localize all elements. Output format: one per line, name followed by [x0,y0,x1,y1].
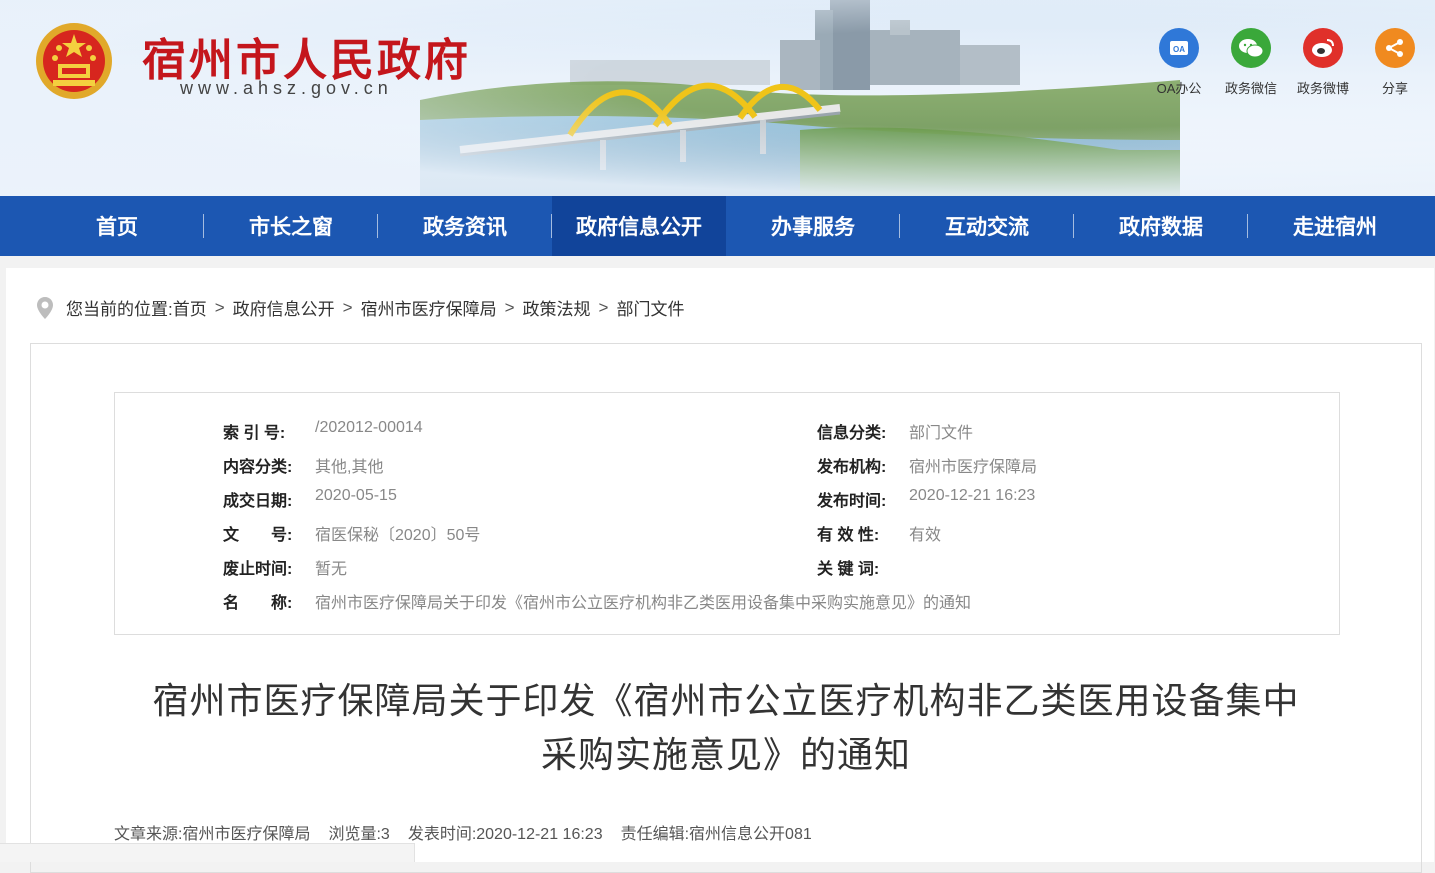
site-url: www.ahsz.gov.cn [180,78,393,98]
breadcrumb-prefix: 您当前的位置: [66,300,173,319]
oa-icon: OA [1159,28,1199,68]
meta-key: 有 效 性: [817,527,880,544]
main-nav: 首页 市长之窗 政务资讯 政府信息公开 办事服务 互动交流 政府数据 走进宿州 [0,196,1435,256]
article-views: 浏览量:3 [328,826,390,843]
article-editor: 责任编辑:宿州信息公开081 [620,826,812,843]
meta-value: 部门文件 [909,425,974,442]
oa-label: OA办公 [1156,81,1202,96]
breadcrumb-medical-security-bureau[interactable]: 宿州市医疗保障局 [361,295,497,320]
share-label: 分享 [1381,81,1408,96]
share-link[interactable]: 分享 [1367,28,1423,97]
meta-publish-time: 发布时间: 2020-12-21 16:23 [817,487,1035,511]
nav-item-mayor[interactable]: 市长之窗 [204,196,378,256]
svg-text:OA: OA [1173,45,1185,54]
wechat-icon [1231,28,1271,68]
meta-key: 信息分类: [817,425,887,442]
breadcrumb-policies[interactable]: 政策法规 [523,295,591,320]
weibo-label: 政务微博 [1296,81,1349,96]
nav-label: 政府数据 [1119,216,1203,239]
nav-label: 市长之窗 [249,216,333,239]
nav-item-interaction[interactable]: 互动交流 [900,196,1074,256]
nav-label: 政府信息公开 [576,216,702,239]
article-source: 文章来源:宿州市医疗保障局 [114,826,311,843]
wechat-link[interactable]: 政务微信 [1223,28,1279,97]
content-area: 您当前的位置: 首页 > 政府信息公开 > 宿州市医疗保障局 > 政策法规 > … [6,268,1434,873]
article-title-line1: 宿州市医疗保障局关于印发《宿州市公立医疗机构非乙类医用设备集中 [152,680,1300,721]
weibo-icon [1303,28,1343,68]
article-title-line2: 采购实施意见》的通知 [540,734,911,775]
meta-key: 发布时间: [817,493,887,510]
meta-keywords: 关 键 词: [817,555,909,579]
meta-key: 关 键 词: [817,561,880,578]
national-emblem-icon [36,23,112,99]
meta-abolish-time: 废止时间: 暂无 [223,555,347,579]
breadcrumb-separator: > [342,297,353,317]
meta-key: 索 引 号: [223,425,286,442]
bottom-bar [0,843,415,862]
nav-item-news[interactable]: 政务资讯 [378,196,552,256]
breadcrumb-home[interactable]: 首页 [173,295,207,320]
meta-key: 文 号: [223,527,293,544]
breadcrumb-dept-docs[interactable]: 部门文件 [616,295,684,320]
nav-item-about[interactable]: 走进宿州 [1248,196,1422,256]
header-quick-links: OA OA办公 政务微信 政务微博 分享 [1151,28,1423,97]
meta-issuer: 发布机构: 宿州市医疗保障局 [817,453,1037,477]
breadcrumb-separator: > [598,297,609,317]
weibo-link[interactable]: 政务微博 [1295,28,1351,97]
meta-key: 发布机构: [817,459,887,476]
meta-info-class: 信息分类: 部门文件 [817,419,973,443]
site-header: 宿州市人民政府 www.ahsz.gov.cn OA OA办公 政务微信 政务微… [0,0,1435,196]
meta-key: 内容分类: [223,459,293,476]
meta-value: 宿医保秘〔2020〕50号 [315,527,481,544]
nav-label: 互动交流 [945,216,1029,239]
meta-value: 宿州市医疗保障局 [909,459,1038,476]
breadcrumb-separator: > [214,297,225,317]
share-icon [1375,28,1415,68]
article-panel: 索 引 号: /202012-00014 内容分类: 其他,其他 成交日期: 2020… [30,343,1422,873]
meta-value: 宿州市医疗保障局关于印发《宿州市公立医疗机构非乙类医用设备集中采购实施意见》的通… [315,595,972,612]
nav-item-home[interactable]: 首页 [30,196,204,256]
location-pin-icon [37,296,53,319]
meta-doc-no: 文 号: 宿医保秘〔2020〕50号 [223,521,480,545]
meta-value: 2020-05-15 [315,487,397,504]
nav-label: 办事服务 [771,216,855,239]
nav-label: 走进宿州 [1293,216,1377,239]
nav-item-info-disclosure[interactable]: 政府信息公开 [552,196,726,256]
document-meta-table: 索 引 号: /202012-00014 内容分类: 其他,其他 成交日期: 2020… [114,392,1340,635]
breadcrumb-separator: > [504,297,515,317]
meta-validity: 有 效 性: 有效 [817,521,941,545]
article-info-bar: 文章来源:宿州市医疗保障局 浏览量:3 发表时间:2020-12-21 16:2… [114,820,812,844]
nav-item-data[interactable]: 政府数据 [1074,196,1248,256]
meta-name: 名 称: 宿州市医疗保障局关于印发《宿州市公立医疗机构非乙类医用设备集中采购实施意… [223,589,971,613]
article-title: 宿州市医疗保障局关于印发《宿州市公立医疗机构非乙类医用设备集中 采购实施意见》的… [91,674,1361,782]
article-published: 发表时间:2020-12-21 16:23 [407,826,603,843]
breadcrumb: 您当前的位置: 首页 > 政府信息公开 > 宿州市医疗保障局 > 政策法规 > … [36,295,684,320]
meta-key: 成交日期: [223,493,293,510]
meta-key: 废止时间: [223,561,293,578]
meta-content-class: 内容分类: 其他,其他 [223,453,383,477]
nav-item-services[interactable]: 办事服务 [726,196,900,256]
meta-index-no: 索 引 号: /202012-00014 [223,419,423,443]
wechat-label: 政务微信 [1224,81,1277,96]
nav-label: 首页 [96,216,138,239]
meta-value: 暂无 [315,561,348,578]
meta-value: /202012-00014 [315,419,423,436]
meta-value: 有效 [909,527,942,544]
oa-link[interactable]: OA OA办公 [1151,28,1207,97]
meta-value: 其他,其他 [315,459,384,476]
meta-created-date: 成交日期: 2020-05-15 [223,487,397,511]
nav-label: 政务资讯 [423,216,507,239]
meta-value: 2020-12-21 16:23 [909,487,1036,504]
meta-key: 名 称: [223,595,293,612]
breadcrumb-info-disclosure[interactable]: 政府信息公开 [233,295,335,320]
